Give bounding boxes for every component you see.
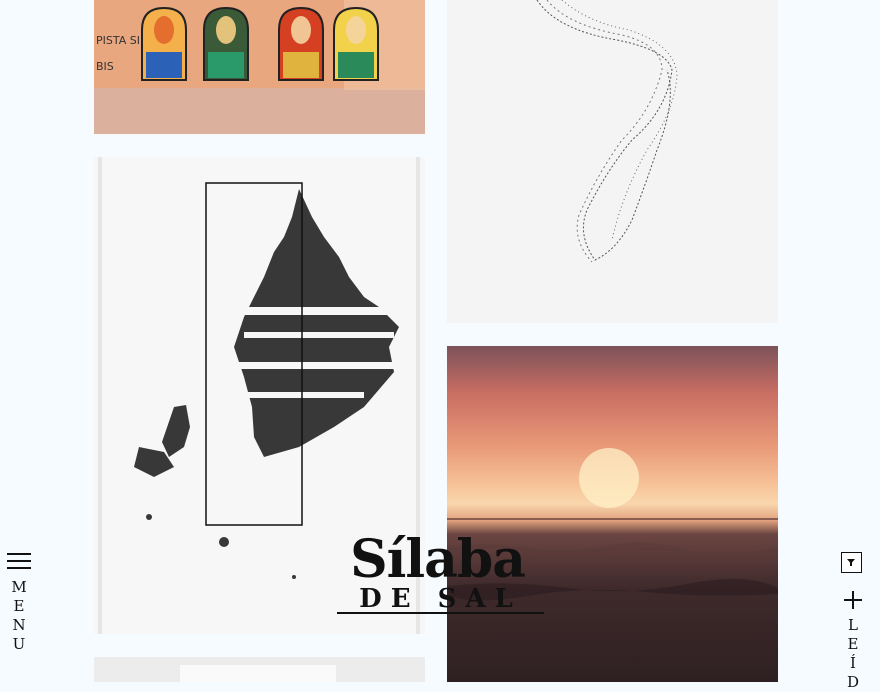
sunset-image [447,448,778,601]
sculpture-image [447,0,778,323]
site-logo[interactable]: Sílaba DE SAL [331,534,544,614]
menu-letter: M [11,578,27,596]
menu-line-3 [7,567,31,569]
menu-letter: E [13,597,25,615]
menu-line-2 [7,560,31,562]
wall-text-2: BIS [96,60,114,73]
bottom-left-image [94,657,425,682]
pin-3 [278,6,324,81]
read-letter: Í [850,654,856,672]
gallery-item-sculpture[interactable] [447,0,778,323]
pin-2 [203,6,249,81]
gallery-item-pins[interactable]: PISTA SIM BIS [94,0,425,134]
menu-letter: N [12,616,26,634]
plus-icon[interactable] [843,590,863,610]
menu-button[interactable] [7,553,31,571]
read-letter: L [848,616,858,634]
read-letter: D [846,673,860,691]
menu-letter: U [12,635,26,653]
gallery-item-bottom-left[interactable] [94,657,425,682]
menu-label[interactable]: M E N U [7,578,31,654]
pin-1 [141,6,187,81]
menu-line-1 [7,553,31,555]
pins-image: PISTA SIM BIS [94,0,425,134]
filter-button[interactable] [841,552,862,573]
pin-4 [333,6,379,81]
filter-icon [847,559,855,566]
read-letter: E [847,635,859,653]
gallery-item-sunset[interactable] [447,346,778,682]
read-label[interactable]: L E Í D [841,616,865,692]
logo-line-2: DE SAL [337,586,544,614]
logo-line-1: Sílaba [350,529,526,590]
